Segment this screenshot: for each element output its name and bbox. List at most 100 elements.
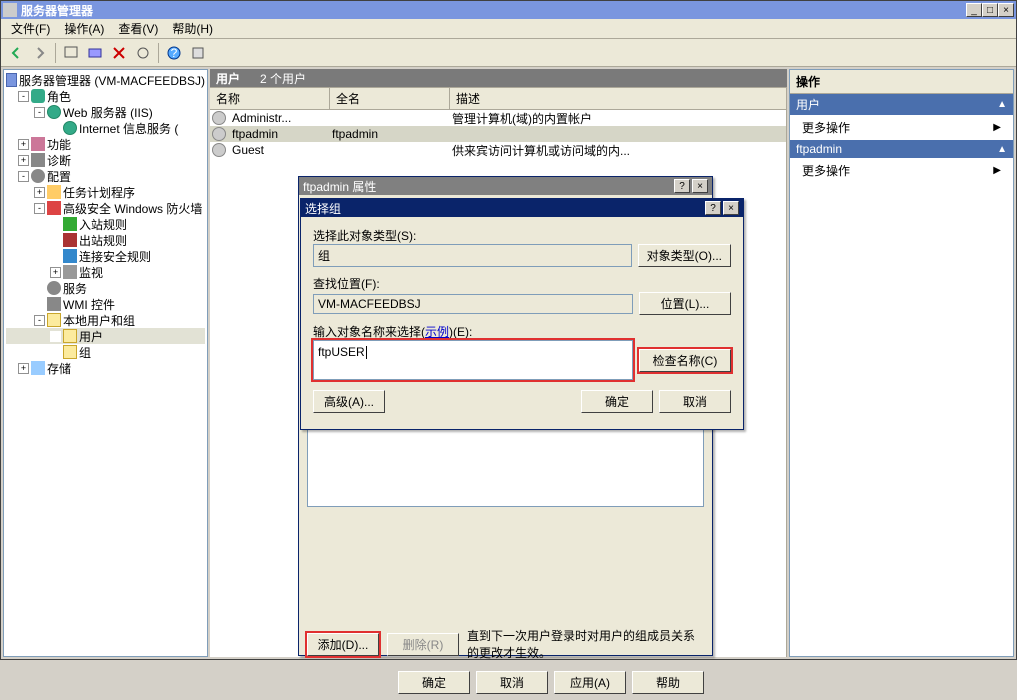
menu-help[interactable]: 帮助(H) [166,18,219,39]
properties-titlebar[interactable]: ftpadmin 属性 ? × [299,177,712,195]
tree-tasksched[interactable]: +任务计划程序 [6,184,205,200]
add-button[interactable]: 添加(D)... [307,633,379,656]
user-icon [212,111,226,125]
apply-button[interactable]: 应用(A) [554,671,626,694]
expand-icon[interactable]: + [18,155,29,166]
ok-button[interactable]: 确定 [581,390,653,413]
check-names-button[interactable]: 检查名称(C) [639,349,731,372]
tree-outbound[interactable]: 出站规则 [6,232,205,248]
center-header: 用户 2 个用户 [210,69,787,87]
back-button[interactable] [5,42,27,64]
remove-button: 删除(R) [387,633,459,656]
location-label: 查找位置(F): [313,275,731,292]
main-titlebar: 服务器管理器 _ □ × [1,1,1016,19]
tree-inbound[interactable]: 入站规则 [6,216,205,232]
user-icon [212,127,226,141]
tree-users[interactable]: 用户 [6,328,205,344]
help-button[interactable]: 帮助 [632,671,704,694]
actions-section-ftpadmin[interactable]: ftpadmin▲ [790,140,1013,158]
server-icon [6,73,17,87]
advanced-button[interactable]: 高级(A)... [313,390,385,413]
minimize-button[interactable]: _ [966,3,982,17]
tree-features[interactable]: +功能 [6,136,205,152]
tree-roles[interactable]: -角色 [6,88,205,104]
folder-icon [63,345,77,359]
actions-section-users[interactable]: 用户▲ [790,94,1013,115]
users-folder-icon [47,313,61,327]
storage-icon [31,361,45,375]
col-desc[interactable]: 描述 [450,88,787,109]
diag-icon [31,153,45,167]
locations-button[interactable]: 位置(L)... [639,292,731,315]
tree-config[interactable]: -配置 [6,168,205,184]
user-row-selected[interactable]: ftpadmin ftpadmin [210,126,786,142]
collapse-icon[interactable]: - [18,171,29,182]
user-row[interactable]: Administr... 管理计算机(域)的内置帐户 [210,110,786,126]
dialog-close-button[interactable]: × [692,179,708,193]
help-icon[interactable]: ? [163,42,185,64]
dialog-help-button[interactable]: ? [705,201,721,215]
actions-header: 操作 [790,70,1013,94]
cancel-button[interactable]: 取消 [659,390,731,413]
tree-localusers[interactable]: -本地用户和组 [6,312,205,328]
svg-text:?: ? [171,46,178,60]
object-type-label: 选择此对象类型(S): [313,227,731,244]
menu-file[interactable]: 文件(F) [5,18,56,39]
ok-button[interactable]: 确定 [398,671,470,694]
tree-firewall[interactable]: -高级安全 Windows 防火墙 [6,200,205,216]
firewall-icon [47,201,61,215]
collapse-icon[interactable]: - [18,91,29,102]
col-fullname[interactable]: 全名 [330,88,450,109]
collapse-icon[interactable]: - [34,203,45,214]
tree-storage[interactable]: +存储 [6,360,205,376]
connsec-icon [63,249,77,263]
center-count: 2 个用户 [260,70,306,87]
tool-icon[interactable] [60,42,82,64]
action-more[interactable]: 更多操作▶ [790,115,1013,140]
tool-icon[interactable] [132,42,154,64]
select-groups-titlebar[interactable]: 选择组 ? × [301,199,743,217]
example-link[interactable]: 示例 [425,325,449,339]
tool-icon[interactable] [84,42,106,64]
select-groups-title: 选择组 [305,200,705,217]
tool-icon[interactable] [187,42,209,64]
expand-icon[interactable]: + [18,139,29,150]
dialog-help-button[interactable]: ? [674,179,690,193]
collapse-icon[interactable]: - [34,107,45,118]
forward-button[interactable] [29,42,51,64]
cancel-button[interactable]: 取消 [476,671,548,694]
object-types-button[interactable]: 对象类型(O)... [638,244,731,267]
tree-groups[interactable]: 组 [6,344,205,360]
chevron-up-icon: ▲ [997,144,1007,155]
outbound-icon [63,233,77,247]
tree-iis[interactable]: Internet 信息服务 ( [6,120,205,136]
menu-view[interactable]: 查看(V) [112,18,164,39]
expand-icon[interactable]: + [34,187,45,198]
object-names-input[interactable]: ftpUSER [313,340,633,380]
expand-icon[interactable]: + [18,363,29,374]
properties-title: ftpadmin 属性 [303,178,674,195]
tree-diagnostics[interactable]: +诊断 [6,152,205,168]
collapse-icon[interactable]: - [34,315,45,326]
center-title: 用户 [216,70,240,87]
tree-services[interactable]: 服务 [6,280,205,296]
folder-icon [63,329,77,343]
tree-webserver[interactable]: -Web 服务器 (IIS) [6,104,205,120]
tree-monitor[interactable]: +监视 [6,264,205,280]
user-row[interactable]: Guest 供来宾访问计算机或访问域的内... [210,142,786,158]
menu-action[interactable]: 操作(A) [58,18,110,39]
services-icon [47,281,61,295]
close-button[interactable]: × [998,3,1014,17]
col-name[interactable]: 名称 [210,88,330,109]
maximize-button[interactable]: □ [982,3,998,17]
tree-connsec[interactable]: 连接安全规则 [6,248,205,264]
dialog-close-button[interactable]: × [723,201,739,215]
tree-root[interactable]: 服务器管理器 (VM-MACFEEDBSJ) [6,72,205,88]
expand-icon[interactable]: + [50,267,61,278]
tree-wmi[interactable]: WMI 控件 [6,296,205,312]
names-label: 输入对象名称来选择(示例)(E): [313,323,731,340]
delete-icon[interactable] [108,42,130,64]
action-more[interactable]: 更多操作▶ [790,158,1013,183]
iis-icon [63,121,77,135]
menu-bar: 文件(F) 操作(A) 查看(V) 帮助(H) [1,19,1016,39]
